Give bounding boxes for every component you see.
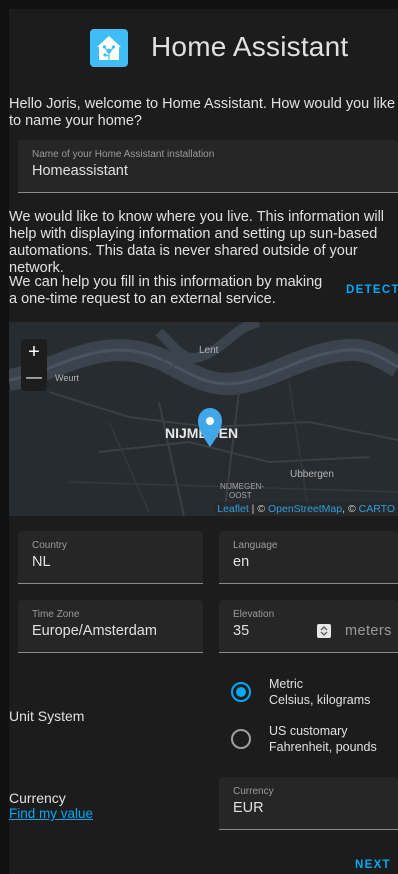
- map-label-ubbergen: Ubbergen: [290, 469, 334, 480]
- leaflet-link[interactable]: Leaflet: [217, 503, 249, 515]
- country-label: Country: [32, 540, 68, 551]
- map-label-nijmegen-oost-1: NIJMEGEN-: [220, 482, 264, 491]
- elevation-label: Elevation: [233, 609, 275, 620]
- us-customary-subtitle: Fahrenheit, pounds: [269, 740, 377, 754]
- us-customary-title: US customary: [269, 724, 348, 738]
- location-info-text: We would like to know where you live. Th…: [9, 209, 385, 276]
- radio-metric[interactable]: [231, 682, 251, 702]
- elevation-field[interactable]: Elevation 35 meters: [219, 600, 398, 653]
- find-my-value-link[interactable]: Find my value: [9, 806, 93, 821]
- next-button[interactable]: NEXT: [355, 859, 391, 871]
- radio-metric-text[interactable]: Metric Celsius, kilograms: [269, 676, 370, 708]
- openstreetmap-link[interactable]: OpenStreetMap: [268, 503, 342, 515]
- map-zoom-control: + —: [21, 339, 47, 391]
- detect-button[interactable]: DETECT: [346, 284, 398, 296]
- map-attribution: Leaflet | © OpenStreetMap, © CARTO: [214, 502, 398, 516]
- language-field[interactable]: Language en: [219, 531, 398, 584]
- onboarding-card: Home Assistant Hello Joris, welcome to H…: [9, 9, 398, 874]
- currency-field[interactable]: Currency EUR: [219, 777, 398, 830]
- country-field[interactable]: Country NL: [18, 531, 203, 584]
- map-label-lent: Lent: [199, 345, 219, 356]
- language-label: Language: [233, 540, 278, 551]
- elevation-stepper-icon[interactable]: [317, 624, 331, 638]
- detect-info-text: We can help you fill in this information…: [9, 274, 323, 307]
- currency-value[interactable]: EUR: [233, 800, 264, 816]
- intro-text: Hello Joris, welcome to Home Assistant. …: [9, 96, 396, 129]
- app-title: Home Assistant: [151, 31, 349, 62]
- time-zone-value[interactable]: Europe/Amsterdam: [32, 623, 157, 639]
- elevation-suffix: meters: [345, 623, 392, 639]
- home-assistant-logo-icon: [90, 29, 128, 67]
- map-label-nijmegen-oost-2: OOST: [229, 491, 252, 500]
- currency-field-label: Currency: [233, 786, 274, 797]
- app-frame: Home Assistant Hello Joris, welcome to H…: [0, 0, 398, 874]
- carto-link[interactable]: CARTO: [359, 503, 395, 515]
- metric-title: Metric: [269, 677, 304, 691]
- language-value[interactable]: en: [233, 554, 249, 570]
- attribution-comma: , ©: [342, 503, 359, 515]
- radio-us-customary-text[interactable]: US customary Fahrenheit, pounds: [269, 723, 377, 755]
- zoom-out-button[interactable]: —: [21, 365, 47, 391]
- header: Home Assistant: [9, 29, 398, 77]
- location-map[interactable]: Lent Weurt NIJMEGEN NIJMEGEN- OOST Ubber…: [9, 322, 398, 516]
- map-tiles: Lent Weurt NIJMEGEN NIJMEGEN- OOST Ubber…: [9, 322, 398, 516]
- name-field-value[interactable]: Homeassistant: [32, 163, 128, 179]
- map-label-weurt: Weurt: [55, 373, 79, 383]
- unit-system-label: Unit System: [9, 708, 85, 724]
- name-field[interactable]: Name of your Home Assistant installation…: [18, 140, 398, 193]
- time-zone-label: Time Zone: [32, 609, 80, 620]
- name-field-label: Name of your Home Assistant installation: [32, 149, 215, 160]
- currency-label: Currency: [9, 790, 66, 806]
- elevation-value[interactable]: 35: [233, 623, 249, 639]
- metric-subtitle: Celsius, kilograms: [269, 693, 371, 707]
- time-zone-field[interactable]: Time Zone Europe/Amsterdam: [18, 600, 203, 653]
- radio-us-customary[interactable]: [231, 729, 251, 749]
- zoom-in-button[interactable]: +: [21, 339, 47, 365]
- country-value[interactable]: NL: [32, 554, 51, 570]
- attribution-separator: | ©: [248, 503, 268, 515]
